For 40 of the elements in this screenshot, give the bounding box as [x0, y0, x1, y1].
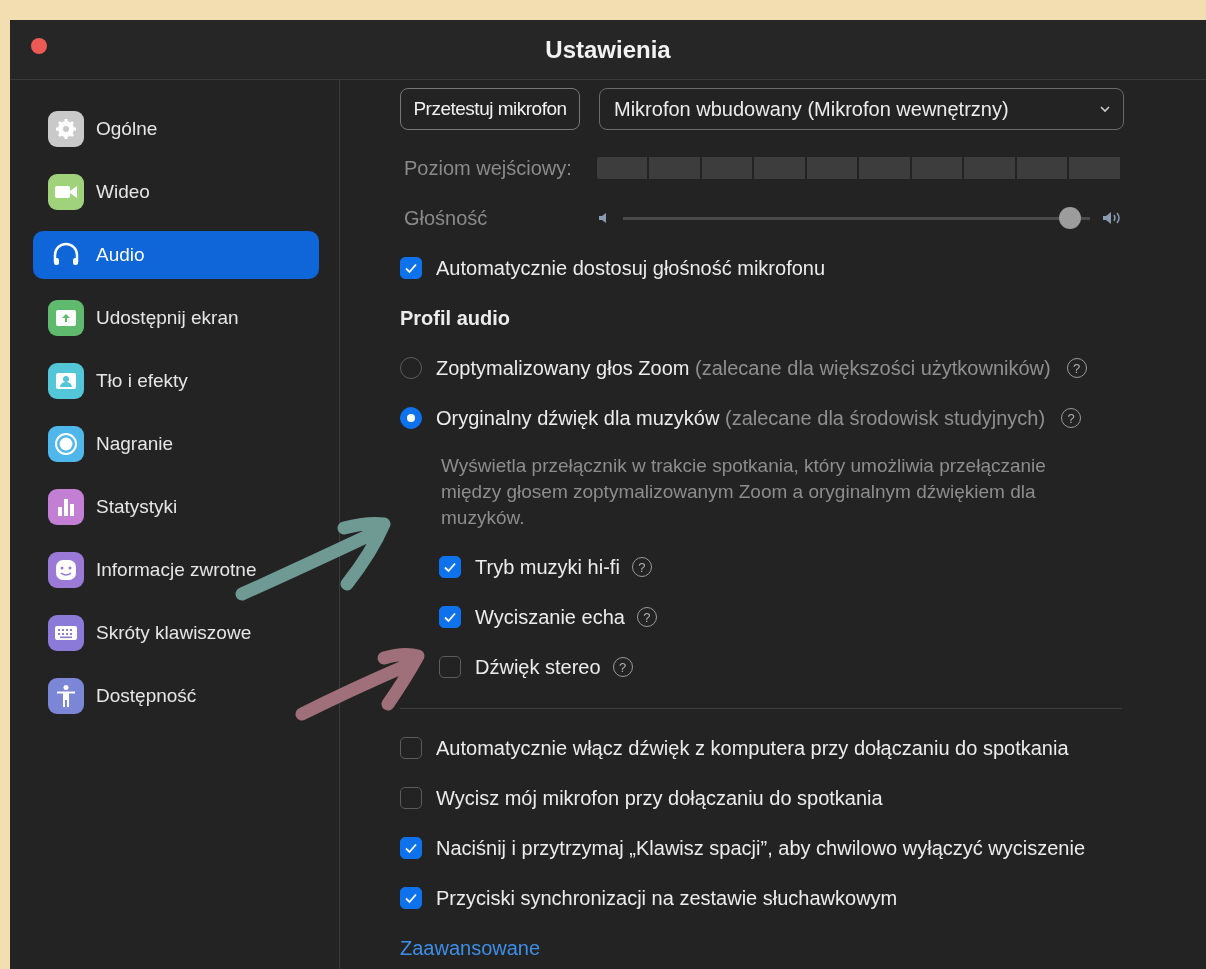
sidebar-item[interactable]: Ogólne — [33, 105, 319, 153]
slider-thumb[interactable] — [1059, 207, 1082, 229]
checkbox-label: Dźwięk stereo — [475, 655, 601, 679]
volume-label: Głośność — [403, 206, 489, 230]
checkbox[interactable] — [400, 737, 422, 759]
sidebar-item[interactable]: Skróty klawiszowe — [33, 609, 319, 657]
radio-label: Oryginalny dźwięk dla muzyków (zalecane dla środowisk studyjnych) — [436, 406, 1046, 430]
checkbox-label: Przyciski synchronizacji na zestawie słuchawkowym — [436, 886, 898, 910]
sidebar-item[interactable]: Statystyki — [33, 483, 319, 531]
sidebar-item[interactable]: Udostępnij ekran — [33, 294, 319, 342]
description-text: Wyświetla przełącznik w trakcie spotkania, który umożliwia przełączanie między głosem zoptymalizowanym Zoom a oryginalnym dźwiękiem dla muzyków. — [441, 454, 1047, 530]
section-heading: Profil audio — [400, 306, 510, 330]
checkbox-label: Wycisz mój mikrofon przy dołączaniu do spotkania — [436, 786, 883, 810]
close-button[interactable] — [31, 38, 47, 54]
radio-label: Zoptymalizowany głos Zoom (zalecane dla większości użytkowników) — [436, 356, 1051, 380]
sidebar-item[interactable]: Tło i efekty — [33, 357, 319, 405]
checkbox-label: Automatycznie włącz dźwięk z komputera przy dołączaniu do spotkania — [436, 736, 1069, 760]
checkbox[interactable] — [400, 837, 422, 859]
chevron-down-icon — [1099, 105, 1111, 113]
checkbox-label: Wyciszanie echa — [475, 605, 625, 629]
checkbox[interactable] — [439, 656, 461, 678]
checkbox[interactable] — [400, 257, 422, 279]
input-level-label: Poziom wejściowy: — [403, 156, 573, 180]
checkbox[interactable] — [439, 606, 461, 628]
sidebar-item[interactable]: Nagranie — [33, 420, 319, 468]
checkbox-label: Tryb muzyki hi-fi — [475, 555, 620, 579]
test-microphone-button[interactable]: Przetestuj mikrofon — [400, 88, 580, 130]
checkbox[interactable] — [400, 787, 422, 809]
window-title: Ustawienia — [545, 35, 671, 64]
checkbox[interactable] — [439, 556, 461, 578]
advanced-link[interactable]: Zaawansowane — [400, 937, 541, 960]
checkbox-label: Automatycznie dostosuj głośność mikrofonu — [436, 256, 826, 280]
sidebar-item[interactable]: Informacje zwrotne — [33, 546, 319, 594]
radio-button[interactable] — [400, 407, 422, 429]
sidebar-item[interactable]: Audio — [33, 231, 319, 279]
microphone-dropdown[interactable]: Mikrofon wbudowany (Mikrofon wewnętrzny) — [599, 88, 1124, 130]
checkbox[interactable] — [400, 887, 422, 909]
sidebar-item[interactable]: Wideo — [33, 168, 319, 216]
checkbox-label: Naciśnij i przytrzymaj „Klawisz spacji”, aby chwilowo wyłączyć wyciszenie — [436, 836, 1086, 860]
sidebar-item[interactable]: Dostępność — [33, 672, 319, 720]
